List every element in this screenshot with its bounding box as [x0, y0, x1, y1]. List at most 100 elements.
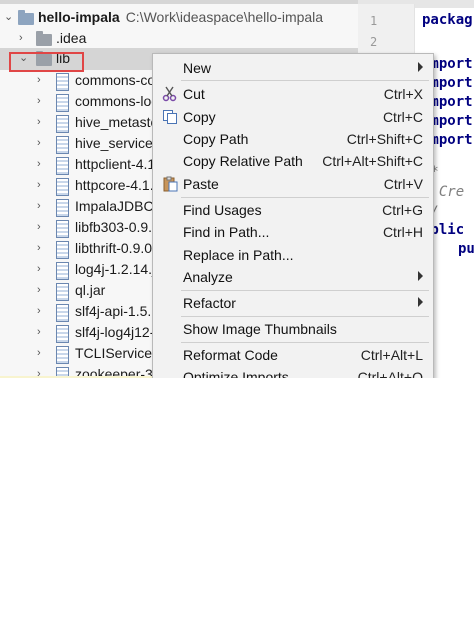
- tree-item-label: hive_metastor: [75, 114, 163, 130]
- scissors-icon: [162, 86, 178, 102]
- menu-item-shortcut: Ctrl+V: [383, 176, 423, 192]
- menu-item-replace-in-path[interactable]: Replace in Path...: [153, 244, 433, 266]
- chevron-right-icon[interactable]: ›: [37, 117, 47, 128]
- tree-item-label: httpclient-4.1.: [75, 156, 160, 172]
- chevron-right-icon[interactable]: ›: [37, 264, 47, 275]
- chevron-right-icon[interactable]: ›: [37, 201, 47, 212]
- jar-icon: [56, 73, 69, 91]
- folder-icon: [36, 31, 52, 46]
- submenu-arrow-icon: [418, 297, 423, 307]
- menu-item-label: Analyze: [183, 269, 233, 285]
- chevron-right-icon[interactable]: ›: [37, 159, 47, 170]
- chevron-right-icon[interactable]: ›: [37, 348, 47, 359]
- menu-item-paste[interactable]: Paste Ctrl+V: [153, 173, 433, 195]
- menu-item-label: Find in Path...: [183, 224, 270, 240]
- menu-item-shortcut: Ctrl+Shift+C: [346, 131, 423, 147]
- menu-separator: [181, 342, 429, 343]
- jar-icon: [56, 346, 69, 364]
- menu-separator: [181, 80, 429, 81]
- menu-item-shortcut: Ctrl+H: [382, 224, 423, 240]
- menu-item-copy[interactable]: Copy Ctrl+C: [153, 106, 433, 128]
- code-line: pu: [458, 241, 474, 257]
- jar-icon: [56, 157, 69, 175]
- jar-icon: [56, 325, 69, 343]
- menu-item-label: Paste: [183, 176, 219, 192]
- jar-icon: [56, 220, 69, 238]
- lib-highlight-box: [9, 52, 84, 72]
- jar-icon: [56, 94, 69, 112]
- menu-item-shortcut: Ctrl+X: [383, 86, 423, 102]
- tree-root-row[interactable]: ⌄ hello-impala C:\Work\ideaspace\hello-im…: [0, 7, 358, 29]
- jar-icon: [56, 178, 69, 196]
- tree-item-label: libthrift-0.9.0.j: [75, 240, 160, 256]
- submenu-arrow-icon: [418, 62, 423, 72]
- tree-item-idea[interactable]: › .idea: [0, 28, 358, 50]
- code-line: packag: [422, 12, 473, 28]
- menu-item-shortcut: Ctrl+Alt+L: [360, 347, 423, 363]
- menu-item-find-in-path[interactable]: Find in Path... Ctrl+H: [153, 221, 433, 243]
- menu-item-optimize-imports[interactable]: Optimize Imports Ctrl+Alt+O: [153, 366, 433, 378]
- menu-item-analyze[interactable]: Analyze: [153, 266, 433, 288]
- jar-icon: [56, 283, 69, 301]
- menu-item-label: Optimize Imports: [183, 369, 289, 378]
- menu-item-find-usages[interactable]: Find Usages Ctrl+G: [153, 199, 433, 221]
- jar-icon: [56, 199, 69, 217]
- copy-icon: [162, 109, 178, 125]
- tree-item-label: libfb303-0.9.0.: [75, 219, 164, 235]
- chevron-right-icon[interactable]: ›: [37, 96, 47, 107]
- menu-item-label: Cut: [183, 86, 205, 102]
- menu-item-shortcut: Ctrl+G: [382, 202, 423, 218]
- jar-icon: [56, 262, 69, 280]
- menu-item-reformat-code[interactable]: Reformat Code Ctrl+Alt+L: [153, 344, 433, 366]
- root-name: hello-impala: [38, 9, 120, 25]
- menu-separator: [181, 316, 429, 317]
- menu-item-show-image-thumbnails[interactable]: Show Image Thumbnails: [153, 318, 433, 340]
- clipboard-icon: [162, 176, 178, 192]
- menu-item-shortcut: Ctrl+Alt+Shift+C: [322, 153, 423, 169]
- menu-item-label: Replace in Path...: [183, 247, 294, 263]
- line-number: 2: [370, 35, 378, 49]
- jar-icon: [56, 115, 69, 133]
- menu-item-label: Show Image Thumbnails: [183, 321, 337, 337]
- chevron-right-icon[interactable]: ›: [19, 33, 29, 44]
- menu-item-copy-path[interactable]: Copy Path Ctrl+Shift+C: [153, 128, 433, 150]
- context-menu[interactable]: New Cut Ctrl+X Copy Ctrl+C Copy Path Ctr…: [152, 53, 434, 378]
- menu-item-label: Find Usages: [183, 202, 262, 218]
- tree-item-label: commons-log: [75, 93, 160, 109]
- tree-item-label: .idea: [56, 30, 87, 46]
- menu-separator: [181, 197, 429, 198]
- menu-item-cut[interactable]: Cut Ctrl+X: [153, 83, 433, 105]
- menu-item-copy-relative-path[interactable]: Copy Relative Path Ctrl+Alt+Shift+C: [153, 150, 433, 172]
- chevron-right-icon[interactable]: ›: [37, 138, 47, 149]
- menu-item-label: Copy: [183, 109, 216, 125]
- chevron-right-icon[interactable]: ›: [37, 222, 47, 233]
- tree-item-label: slf4j-log4j12-1: [75, 324, 163, 340]
- chevron-right-icon[interactable]: ›: [37, 180, 47, 191]
- tree-item-label: commons-coc: [75, 72, 163, 88]
- chevron-right-icon[interactable]: ›: [37, 243, 47, 254]
- menu-item-label: Copy Path: [183, 131, 249, 147]
- menu-item-label: Refactor: [183, 295, 236, 311]
- menu-item-label: New: [183, 60, 212, 76]
- chevron-down-icon[interactable]: ⌄: [4, 12, 14, 23]
- root-label: hello-impala C:\Work\ideaspace\hello-impa…: [38, 9, 323, 25]
- menu-item-label: Copy Relative Path: [183, 153, 303, 169]
- folder-icon: [18, 10, 34, 25]
- chevron-right-icon[interactable]: ›: [37, 306, 47, 317]
- chevron-right-icon[interactable]: ›: [37, 327, 47, 338]
- screenshot: ⌄ hello-impala C:\Work\ideaspace\hello-im…: [0, 0, 474, 378]
- jar-icon: [56, 136, 69, 154]
- root-path: C:\Work\ideaspace\hello-impala: [125, 9, 324, 25]
- jar-icon: [56, 304, 69, 322]
- menu-item-new[interactable]: New: [153, 57, 433, 79]
- tree-item-label: httpcore-4.1.3: [75, 177, 162, 193]
- chevron-right-icon[interactable]: ›: [37, 285, 47, 296]
- line-number: 1: [370, 14, 378, 28]
- menu-item-shortcut: Ctrl+C: [382, 109, 423, 125]
- menu-item-shortcut: Ctrl+Alt+O: [357, 369, 423, 378]
- menu-item-refactor[interactable]: Refactor: [153, 292, 433, 314]
- submenu-arrow-icon: [418, 271, 423, 281]
- menu-separator: [181, 290, 429, 291]
- tree-item-label: ql.jar: [75, 282, 106, 298]
- chevron-right-icon[interactable]: ›: [37, 75, 47, 86]
